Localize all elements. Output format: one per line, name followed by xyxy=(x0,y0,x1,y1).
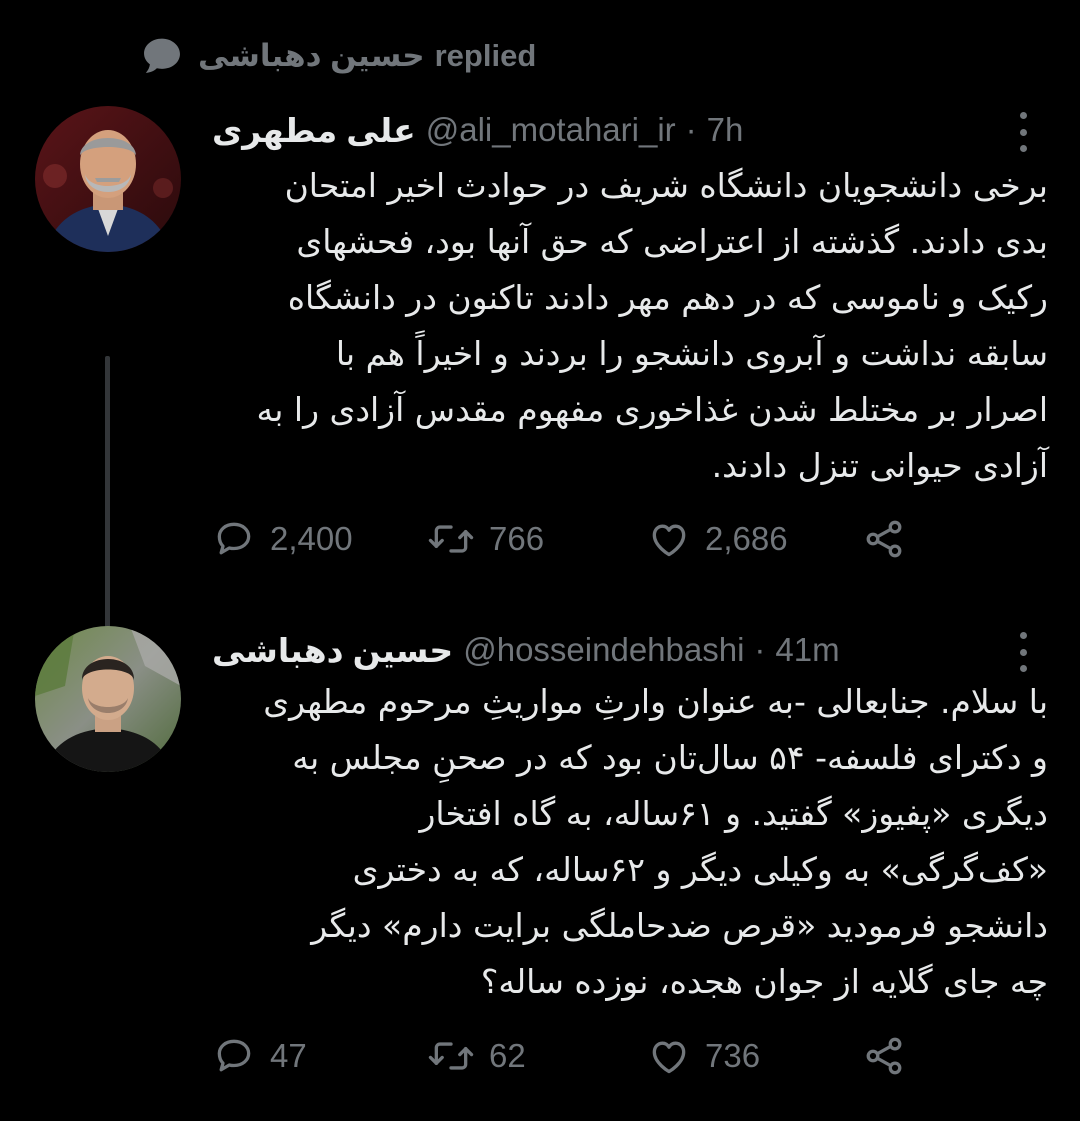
tweet-text-line: رکیک و ناموسی که در دهم مهر دادند تاکنون… xyxy=(287,278,1048,317)
retweet-count: 766 xyxy=(489,520,545,557)
reply-icon xyxy=(212,1034,256,1078)
tweet-text-line: با سلام. جنابعالی -به عنوان وارثِ مواریث… xyxy=(263,682,1048,721)
retweet-icon xyxy=(427,517,475,561)
context-action: replied xyxy=(434,38,537,73)
more-options-icon[interactable] xyxy=(1016,112,1030,152)
retweet-button[interactable]: 62 xyxy=(427,1030,526,1082)
tweet-timestamp[interactable]: 41m xyxy=(775,631,839,669)
tweet-header: علی مطهری @ali_motahari_ir · 7h xyxy=(212,108,743,152)
retweet-icon xyxy=(427,1034,475,1078)
tweet-text-line: بدی دادند. گذشته از اعتراضی که حق آنها ب… xyxy=(296,222,1048,261)
share-button[interactable] xyxy=(862,1030,906,1082)
tweet-actions: 47 62 736 xyxy=(212,1030,912,1082)
tweet-actions: 2,400 766 2,686 xyxy=(212,513,912,565)
tweet-text: برخی دانشجویان دانشگاه شریف در حوادث اخی… xyxy=(212,158,1048,494)
like-count: 2,686 xyxy=(705,520,788,557)
tweet-text-line: دیگری «پفیوز» گفتید. و ۶۱ساله، به گاه اف… xyxy=(419,794,1048,833)
reply-icon xyxy=(212,517,256,561)
tweet-text-line: دانشجو فرمودید «قرص ضدحاملگی برایت دارم»… xyxy=(311,906,1048,945)
retweet-button[interactable]: 766 xyxy=(427,513,544,565)
author-handle[interactable]: @ali_motahari_ir xyxy=(426,111,676,149)
author-handle[interactable]: @hosseindehbashi xyxy=(463,631,744,669)
share-button[interactable] xyxy=(862,513,906,565)
speech-bubble-icon xyxy=(140,34,184,78)
like-button[interactable]: 736 xyxy=(647,1030,760,1082)
share-icon xyxy=(862,1034,906,1078)
author-name[interactable]: حسین دهباشی xyxy=(212,631,453,670)
tweet-timestamp[interactable]: 7h xyxy=(707,111,744,149)
heart-icon xyxy=(647,517,691,561)
avatar[interactable] xyxy=(35,626,181,772)
tweet-text-line: برخی دانشجویان دانشگاه شریف در حوادث اخی… xyxy=(284,166,1048,205)
retweet-count: 62 xyxy=(489,1037,526,1074)
separator-dot: · xyxy=(754,631,766,668)
tweet-text-line: و دکترای فلسفه- ۵۴ سال‌تان بود که در صحن… xyxy=(292,738,1048,777)
author-name[interactable]: علی مطهری xyxy=(212,111,416,150)
separator-dot: · xyxy=(685,111,697,148)
tweet-header: حسین دهباشی @hosseindehbashi · 41m xyxy=(212,628,840,672)
reply-button[interactable]: 47 xyxy=(212,1030,307,1082)
heart-icon xyxy=(647,1034,691,1078)
reply-count: 47 xyxy=(270,1037,307,1074)
reply-count: 2,400 xyxy=(270,520,353,557)
tweet-text-line: چه جای گلایه از جوان هجده، نوزده ساله؟ xyxy=(480,962,1048,1001)
tweet[interactable]: حسین دهباشی @hosseindehbashi · 41m با سل… xyxy=(0,618,1080,1118)
like-count: 736 xyxy=(705,1037,761,1074)
social-context: حسین دهباشی replied xyxy=(140,30,536,82)
more-options-icon[interactable] xyxy=(1016,632,1030,672)
tweet-text-line: «کف‌گرگی» به وکیلی دیگر و ۶۲ساله، که به … xyxy=(352,850,1048,889)
context-user-name[interactable]: حسین دهباشی xyxy=(198,38,425,74)
avatar[interactable] xyxy=(35,106,181,252)
tweet[interactable]: علی مطهری @ali_motahari_ir · 7h برخی دان… xyxy=(0,98,1080,716)
tweet-text-line: آزادی حیوانی تنزل دادند. xyxy=(711,446,1048,485)
share-icon xyxy=(862,517,906,561)
tweet-text: با سلام. جنابعالی -به عنوان وارثِ مواریث… xyxy=(212,674,1048,1010)
tweet-text-line: اصرار بر مختلط شدن غذاخوری مفهوم مقدس آز… xyxy=(256,390,1048,429)
reply-button[interactable]: 2,400 xyxy=(212,513,353,565)
tweet-text-line: سابقه نداشت و آبروی دانشجو را بردند و اخ… xyxy=(335,334,1048,373)
like-button[interactable]: 2,686 xyxy=(647,513,788,565)
